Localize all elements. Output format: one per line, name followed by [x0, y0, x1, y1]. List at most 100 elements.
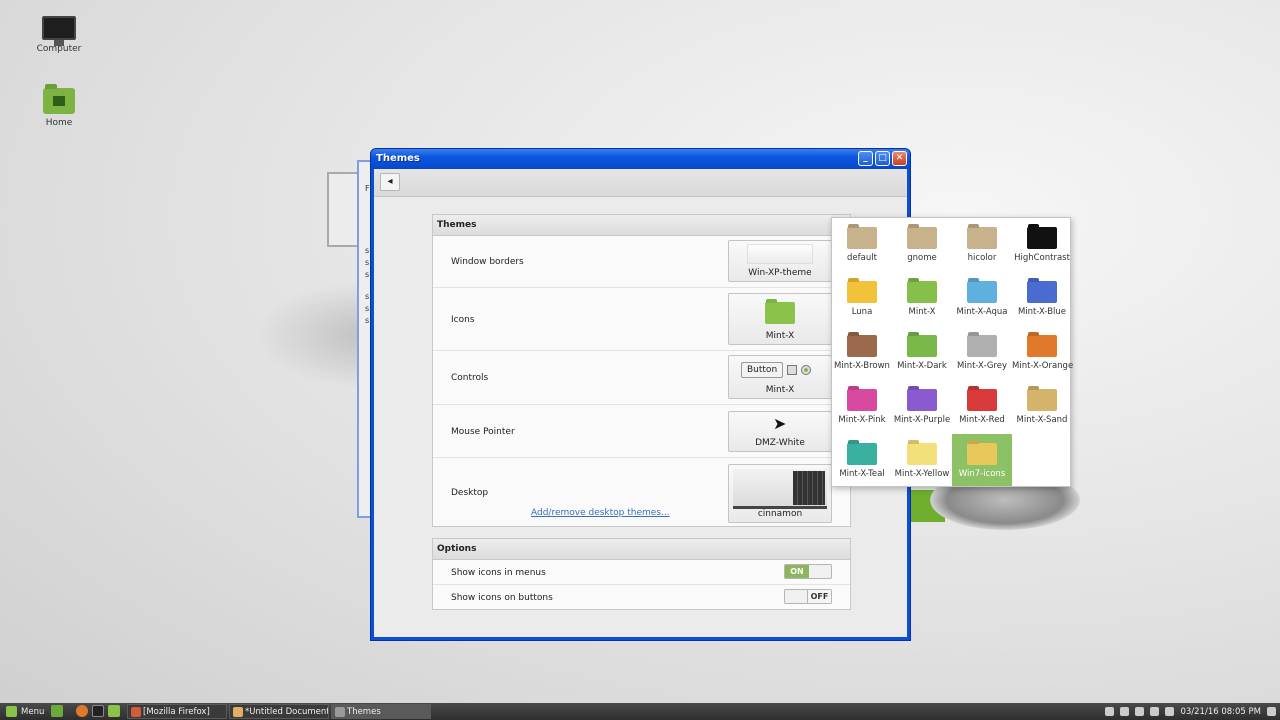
desktop-chooser[interactable]: cinnamon: [728, 464, 832, 523]
icon-theme-name: Mint-X-Orange: [1012, 361, 1074, 371]
icon-theme-name: HighContrast: [1014, 253, 1070, 263]
folder-icon: [907, 389, 937, 411]
folder-icon: [847, 227, 877, 249]
home-folder-icon: [43, 84, 75, 114]
folder-icon: [907, 335, 937, 357]
mouse-pointer-chooser[interactable]: ➤ DMZ-White: [728, 411, 832, 452]
folder-icon: [967, 335, 997, 357]
desktop-value: cinnamon: [757, 509, 803, 519]
folder-icon: [847, 389, 877, 411]
controls-label: Controls: [451, 373, 489, 383]
show-icons-in-menus-toggle[interactable]: ON: [784, 564, 832, 579]
close-button[interactable]: ✕: [892, 151, 907, 166]
icon-theme-popup: default gnome hicolor HighContrast Luna Mint-…: [831, 217, 1074, 487]
icon-theme-option[interactable]: Mint-X-Pink: [832, 380, 892, 432]
icon-theme-option[interactable]: Mint-X-Grey: [952, 326, 1012, 378]
folder-icon: [907, 281, 937, 303]
icon-theme-name: hicolor: [967, 253, 997, 263]
themes-window: Themes _ □ ✕ ◂ Themes Window borders Win…: [370, 148, 911, 641]
preview-button: Button: [741, 361, 784, 378]
show-icons-on-buttons-toggle[interactable]: OFF: [784, 589, 832, 604]
desktop-icon-computer[interactable]: Computer: [24, 16, 94, 54]
icon-theme-option[interactable]: Mint-X-Yellow: [892, 434, 952, 486]
background-window-text: s: [365, 292, 370, 301]
icon-theme-option[interactable]: HighContrast: [1012, 218, 1072, 270]
window-titlebar[interactable]: Themes _ □ ✕: [371, 149, 910, 169]
icon-theme-option[interactable]: hicolor: [952, 218, 1012, 270]
window-borders-row: Window borders Win-XP-theme: [433, 236, 850, 288]
folder-icon: [1027, 227, 1057, 249]
folder-icon: [1027, 389, 1057, 411]
icon-theme-name: Mint-X-Purple: [893, 415, 951, 425]
show-icons-in-menus-row: Show icons in menus ON: [433, 560, 850, 585]
clock[interactable]: 03/21/16 08:05 PM: [1180, 707, 1261, 717]
terminal-launcher-icon[interactable]: [92, 705, 104, 717]
minimize-button[interactable]: _: [858, 151, 873, 166]
icon-theme-option[interactable]: Mint-X-Blue: [1012, 272, 1072, 324]
menu-button[interactable]: Menu: [2, 704, 48, 719]
window-borders-chooser[interactable]: Win-XP-theme: [728, 240, 832, 282]
icon-theme-name: Mint-X-Teal: [839, 469, 885, 479]
back-button[interactable]: ◂: [380, 173, 400, 191]
menu-label: Menu: [21, 706, 45, 717]
icon-theme-option[interactable]: Luna: [832, 272, 892, 324]
folder-icon: [847, 281, 877, 303]
window-borders-preview: [747, 244, 813, 264]
icon-theme-option[interactable]: gnome: [892, 218, 952, 270]
user-icon[interactable]: [1105, 707, 1115, 716]
window-borders-value: Win-XP-theme: [748, 268, 812, 278]
mouse-pointer-row: Mouse Pointer ➤ DMZ-White: [433, 405, 850, 458]
icon-theme-option[interactable]: Mint-X-Sand: [1012, 380, 1072, 432]
preview-radio-icon: [801, 364, 812, 375]
window-toolbar: ◂: [374, 169, 907, 197]
task-firefox[interactable]: [Mozilla Firefox]: [127, 704, 227, 719]
window-content: ◂ Themes Window borders Win-XP-theme Ico…: [374, 169, 907, 637]
icon-theme-option[interactable]: Mint-X-Dark: [892, 326, 952, 378]
desktop-icon-home[interactable]: Home: [24, 84, 94, 128]
cursor-arrow-icon: ➤: [773, 414, 787, 433]
files-launcher-icon[interactable]: [108, 705, 120, 717]
icon-theme-option[interactable]: Mint-X-Brown: [832, 326, 892, 378]
shield-icon[interactable]: [1150, 707, 1160, 716]
mint-logo-icon: [6, 706, 17, 717]
maximize-button[interactable]: □: [875, 151, 890, 166]
folder-icon: [967, 389, 997, 411]
show-desktop-icon[interactable]: [51, 705, 63, 717]
background-window-text: s: [365, 316, 370, 325]
icon-theme-option[interactable]: Mint-X-Red: [952, 380, 1012, 432]
add-remove-desktop-themes-link[interactable]: Add/remove desktop themes...: [531, 508, 670, 518]
task-text-editor[interactable]: *Untitled Document...: [229, 704, 329, 719]
icon-theme-option[interactable]: Mint-X-Teal: [832, 434, 892, 486]
text-editor-icon: [233, 707, 243, 717]
controls-chooser[interactable]: Button Mint-X: [728, 355, 832, 399]
window-title: Themes: [376, 153, 420, 164]
windows-list-icon[interactable]: [1267, 707, 1276, 716]
icon-theme-option[interactable]: Mint-X-Orange: [1012, 326, 1074, 378]
controls-preview: Button: [741, 361, 812, 378]
window-borders-label: Window borders: [451, 257, 524, 267]
icon-theme-option[interactable]: Mint-X-Aqua: [952, 272, 1012, 324]
icon-theme-name: Mint-X-Brown: [834, 361, 890, 371]
network-icon[interactable]: [1120, 707, 1130, 716]
icon-theme-name: default: [847, 253, 877, 263]
show-icons-in-menus-label: Show icons in menus: [451, 568, 546, 578]
firefox-launcher-icon[interactable]: [76, 705, 88, 717]
icon-theme-option[interactable]: Win7-icons: [952, 434, 1012, 486]
icon-theme-name: Mint-X-Grey: [957, 361, 1007, 371]
volume-icon[interactable]: [1135, 707, 1145, 716]
icons-chooser[interactable]: Mint-X: [728, 293, 832, 345]
task-label: [Mozilla Firefox]: [143, 707, 210, 717]
icon-theme-option[interactable]: Mint-X-Purple: [892, 380, 952, 432]
task-label: *Untitled Document...: [245, 707, 329, 717]
themes-panel-header: Themes: [433, 215, 850, 236]
icon-theme-option[interactable]: default: [832, 218, 892, 270]
show-icons-on-buttons-label: Show icons on buttons: [451, 593, 553, 603]
battery-icon[interactable]: [1165, 707, 1175, 716]
task-themes[interactable]: Themes: [331, 704, 431, 719]
desktop-icon-label: Home: [45, 118, 73, 128]
folder-icon: [907, 227, 937, 249]
icon-theme-option[interactable]: Mint-X: [892, 272, 952, 324]
toggle-state: OFF: [807, 590, 831, 603]
folder-icon: [1027, 335, 1057, 357]
icon-theme-name: Mint-X-Red: [959, 415, 1005, 425]
